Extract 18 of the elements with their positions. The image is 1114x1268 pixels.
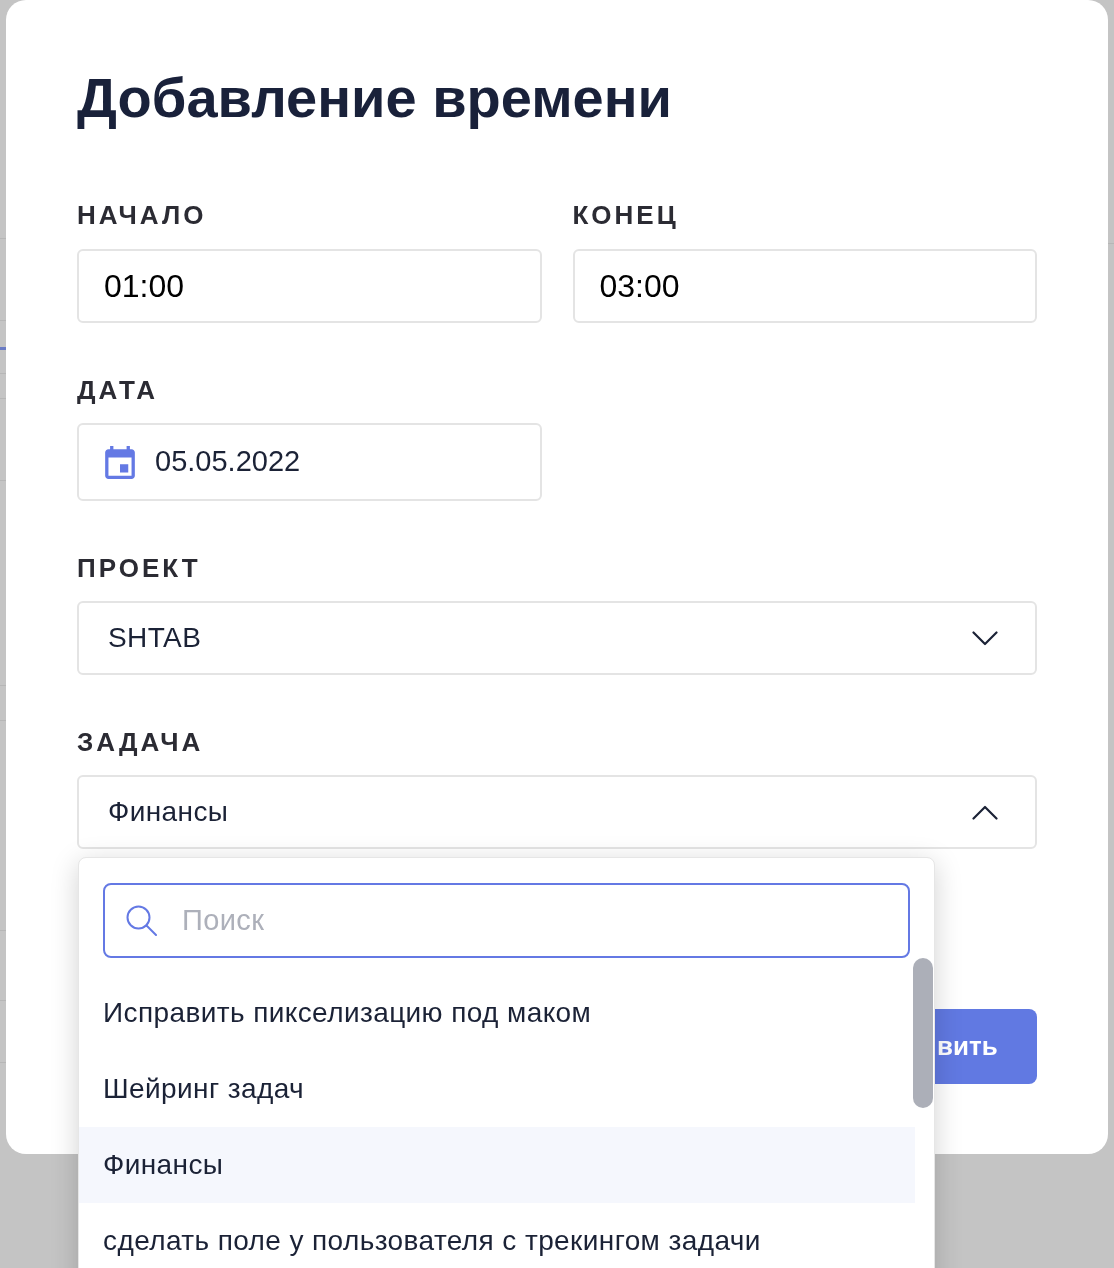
tab-indicator <box>0 347 6 350</box>
field-label: ЗАДАЧА <box>77 727 204 757</box>
field-label: КОНЕЦ <box>572 200 679 230</box>
end-time-field[interactable]: 03:00 <box>572 249 1037 323</box>
calendar-icon <box>105 445 135 479</box>
dialog-title: Добавление времени <box>77 66 672 130</box>
submit-button[interactable]: вить <box>935 1009 1037 1084</box>
search-field[interactable]: Поиск <box>103 883 910 958</box>
project-select[interactable]: SHTAB <box>77 601 1037 675</box>
search-icon <box>126 905 157 936</box>
field-label: ПРОЕКТ <box>77 553 201 583</box>
scrollbar-thumb[interactable] <box>913 958 933 1108</box>
task-select[interactable]: Финансы <box>77 775 1037 849</box>
start-time-field[interactable]: 01:00 <box>77 249 542 323</box>
date-field[interactable]: 05.05.2022 <box>77 423 542 501</box>
field-label: ДАТА <box>77 375 159 405</box>
dropdown-option[interactable]: Финансы <box>79 1127 915 1203</box>
field-label: НАЧАЛО <box>77 200 207 230</box>
